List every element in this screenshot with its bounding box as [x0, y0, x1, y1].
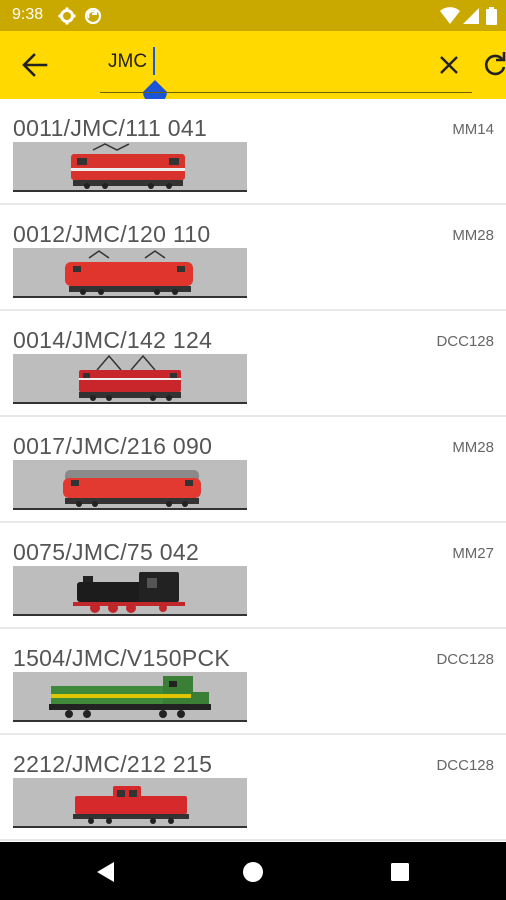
- diesel-locomotive-icon: [13, 778, 247, 828]
- protocol-label: MM28: [452, 439, 494, 456]
- electric-locomotive-icon: [13, 248, 247, 298]
- protocol-label: MM28: [452, 227, 494, 244]
- locomotive-name: 0017/JMC/216 090: [13, 433, 213, 459]
- locomotive-name: 0011/JMC/111 041: [13, 115, 208, 141]
- status-bar: 9:38: [0, 0, 506, 31]
- steam-locomotive-icon: [13, 566, 247, 616]
- list-item[interactable]: 0075/JMC/75 042 MM27: [0, 523, 506, 629]
- locomotive-name: 0012/JMC/120 110: [13, 221, 211, 247]
- home-circle-icon[interactable]: [241, 860, 265, 884]
- locomotive-name: 0075/JMC/75 042: [13, 539, 200, 565]
- diesel-locomotive-icon: [13, 672, 247, 722]
- search-toolbar: JMC: [0, 31, 506, 104]
- status-time: 9:38: [12, 6, 44, 23]
- list-item[interactable]: 0017/JMC/216 090 MM28: [0, 417, 506, 523]
- locomotive-list: 0011/JMC/111 041 MM14 0012/JMC/120 110 M…: [0, 99, 506, 842]
- locomotive-name: 0014/JMC/142 124: [13, 327, 213, 353]
- search-underline: [100, 92, 472, 93]
- list-item[interactable]: 0014/JMC/142 124 DCC128: [0, 311, 506, 417]
- list-item[interactable]: 0012/JMC/120 110 MM28: [0, 205, 506, 311]
- protocol-label: MM14: [452, 121, 494, 138]
- system-nav-bar: [0, 842, 506, 900]
- clear-icon[interactable]: [436, 51, 462, 79]
- electric-locomotive-icon: [13, 354, 247, 404]
- locomotive-name: 2212/JMC/212 215: [13, 751, 213, 777]
- search-input[interactable]: JMC: [108, 51, 147, 73]
- gear-icon: [58, 7, 76, 25]
- list-item[interactable]: 2212/JMC/212 215 DCC128: [0, 735, 506, 841]
- diesel-locomotive-icon: [13, 460, 247, 510]
- electric-locomotive-icon: [13, 142, 247, 192]
- battery-icon: [486, 7, 497, 25]
- protocol-label: DCC128: [436, 757, 494, 774]
- refresh-icon[interactable]: [482, 51, 506, 79]
- protocol-label: MM27: [452, 545, 494, 562]
- protocol-label: DCC128: [436, 333, 494, 350]
- locomotive-name: 1504/JMC/V150PCK: [13, 645, 231, 671]
- wifi-icon: [440, 7, 460, 24]
- protocol-label: DCC128: [436, 651, 494, 668]
- list-item[interactable]: 0011/JMC/111 041 MM14: [0, 99, 506, 205]
- back-arrow-icon[interactable]: [18, 49, 52, 81]
- signal-icon: [463, 8, 479, 24]
- sync-icon: [84, 7, 102, 25]
- text-cursor: [153, 47, 155, 75]
- back-triangle-icon[interactable]: [94, 860, 118, 884]
- recents-square-icon[interactable]: [388, 860, 412, 884]
- list-item[interactable]: 1504/JMC/V150PCK DCC128: [0, 629, 506, 735]
